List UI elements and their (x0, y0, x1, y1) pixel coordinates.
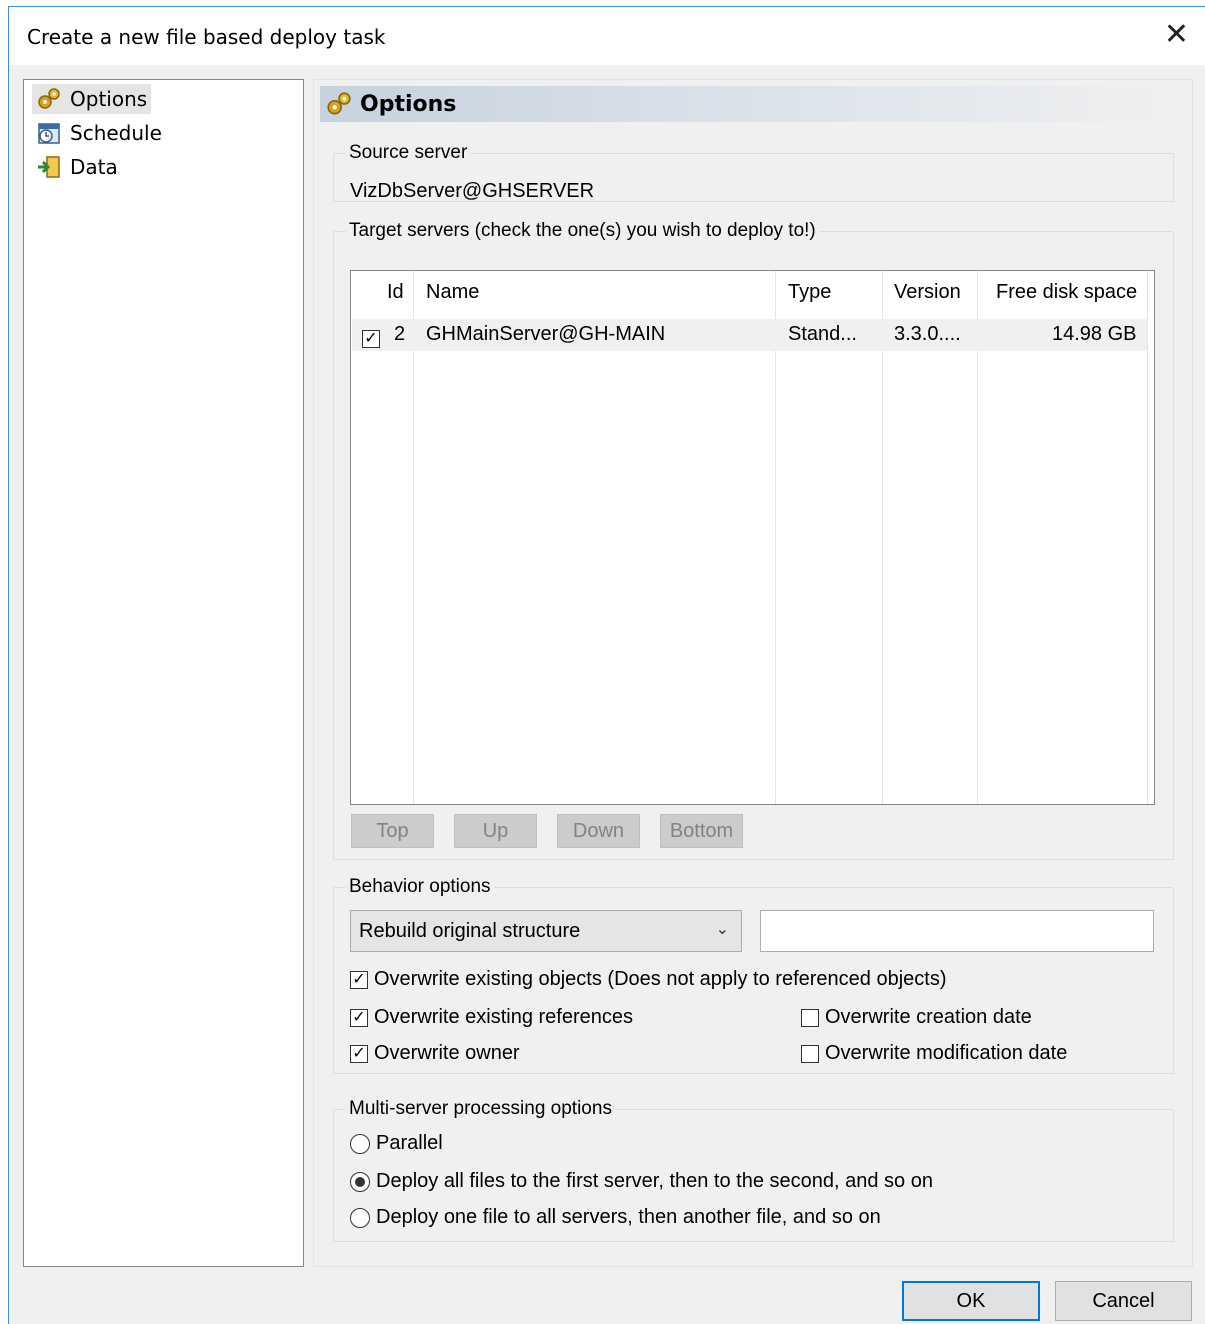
deploy-all-files-first-option[interactable]: Deploy all files to the first server, th… (350, 1170, 933, 1193)
parallel-option[interactable]: Parallel (350, 1132, 443, 1155)
server-type: Stand... (788, 323, 857, 345)
nav-item-label: Options (70, 87, 148, 111)
deploy-task-dialog: Create a new file based deploy task ✕ Op… (8, 6, 1205, 1324)
overwrite-owner-checkbox[interactable]: ✓ (350, 1044, 368, 1063)
overwrite-objects-option[interactable]: ✓ Overwrite existing objects (Does not a… (350, 968, 947, 991)
server-free-disk: 14.98 GB (1052, 323, 1137, 345)
overwrite-creation-date-label: Overwrite creation date (825, 1006, 1032, 1028)
target-servers-list[interactable]: Id Name Type Version Free disk space ✓ 2… (350, 270, 1155, 805)
column-divider (1147, 271, 1148, 804)
ok-button[interactable]: OK (902, 1281, 1040, 1321)
overwrite-creation-date-checkbox[interactable] (801, 1008, 819, 1027)
column-header-type[interactable]: Type (788, 281, 831, 304)
overwrite-owner-label: Overwrite owner (374, 1042, 520, 1064)
overwrite-objects-label: Overwrite existing objects (Does not app… (374, 968, 947, 990)
deploy-all-files-first-radio[interactable] (350, 1171, 370, 1192)
overwrite-modification-date-label: Overwrite modification date (825, 1042, 1068, 1064)
nav-item-options[interactable]: Options (32, 84, 152, 114)
overwrite-creation-date-option[interactable]: Overwrite creation date (801, 1006, 1032, 1029)
server-version: 3.3.0.... (894, 323, 961, 345)
move-down-button[interactable]: Down (557, 814, 640, 848)
structure-dropdown-value: Rebuild original structure (359, 919, 581, 942)
gears-icon (327, 92, 351, 115)
source-server-value: VizDbServer@GHSERVER (350, 180, 595, 202)
overwrite-references-checkbox[interactable]: ✓ (350, 1008, 368, 1027)
server-name: GHMainServer@GH-MAIN (426, 323, 666, 345)
nav-item-schedule[interactable]: Schedule (32, 118, 166, 148)
options-panel: Options Source server VizDbServer@GHSERV… (313, 79, 1193, 1267)
behavior-options-group: Behavior options Rebuild original struct… (333, 876, 1174, 1074)
source-server-legend: Source server (349, 142, 468, 163)
nav-item-label: Data (70, 155, 118, 179)
column-header-free-disk-space[interactable]: Free disk space (996, 281, 1137, 304)
schedule-icon (38, 123, 60, 144)
nav-item-label: Schedule (70, 121, 162, 145)
overwrite-modification-date-option[interactable]: Overwrite modification date (801, 1042, 1067, 1065)
close-icon[interactable]: ✕ (1164, 17, 1189, 52)
data-import-icon (38, 156, 60, 178)
deploy-all-files-first-label: Deploy all files to the first server, th… (376, 1170, 933, 1192)
parallel-radio[interactable] (350, 1133, 370, 1154)
move-top-button[interactable]: Top (351, 814, 434, 848)
column-header-name[interactable]: Name (426, 281, 479, 304)
overwrite-objects-checkbox[interactable]: ✓ (350, 970, 368, 989)
behavior-options-legend: Behavior options (349, 876, 491, 897)
deploy-one-file-all-option[interactable]: Deploy one file to all servers, then ano… (350, 1206, 881, 1229)
dialog-title: Create a new file based deploy task (27, 25, 386, 49)
overwrite-modification-date-checkbox[interactable] (801, 1044, 819, 1063)
server-id: 2 (394, 323, 406, 345)
cancel-button[interactable]: Cancel (1055, 1281, 1192, 1321)
deploy-one-file-all-radio[interactable] (350, 1207, 370, 1228)
move-bottom-button[interactable]: Bottom (660, 814, 743, 848)
server-row-checkbox[interactable]: ✓ (362, 330, 380, 348)
structure-dropdown[interactable]: Rebuild original structure ⌄ (350, 910, 742, 952)
move-up-button[interactable]: Up (454, 814, 537, 848)
section-title: Options (360, 91, 457, 117)
column-header-id[interactable]: Id (387, 281, 404, 304)
parallel-label: Parallel (376, 1132, 443, 1154)
title-bar: Create a new file based deploy task ✕ (9, 7, 1205, 65)
overwrite-references-option[interactable]: ✓ Overwrite existing references (350, 1006, 633, 1029)
target-servers-legend: Target servers (check the one(s) you wis… (349, 220, 816, 241)
table-row[interactable]: ✓ 2 GHMainServer@GH-MAIN Stand... 3.3.0.… (352, 319, 1147, 351)
source-server-group: Source server VizDbServer@GHSERVER (333, 142, 1174, 202)
deploy-one-file-all-label: Deploy one file to all servers, then ano… (376, 1206, 881, 1228)
multi-server-options-group: Multi-server processing options Parallel… (333, 1098, 1174, 1242)
section-banner: Options (320, 86, 1186, 122)
column-header-version[interactable]: Version (894, 281, 961, 304)
target-servers-group: Target servers (check the one(s) you wis… (333, 220, 1174, 860)
nav-item-data[interactable]: Data (32, 152, 122, 182)
overwrite-owner-option[interactable]: ✓ Overwrite owner (350, 1042, 520, 1065)
options-nav-tree: Options Schedule Data (23, 79, 304, 1267)
overwrite-references-label: Overwrite existing references (374, 1006, 633, 1028)
behavior-text-field[interactable] (760, 910, 1154, 952)
multi-server-legend: Multi-server processing options (349, 1098, 612, 1119)
chevron-down-icon: ⌄ (715, 921, 729, 938)
gears-icon (38, 88, 60, 109)
